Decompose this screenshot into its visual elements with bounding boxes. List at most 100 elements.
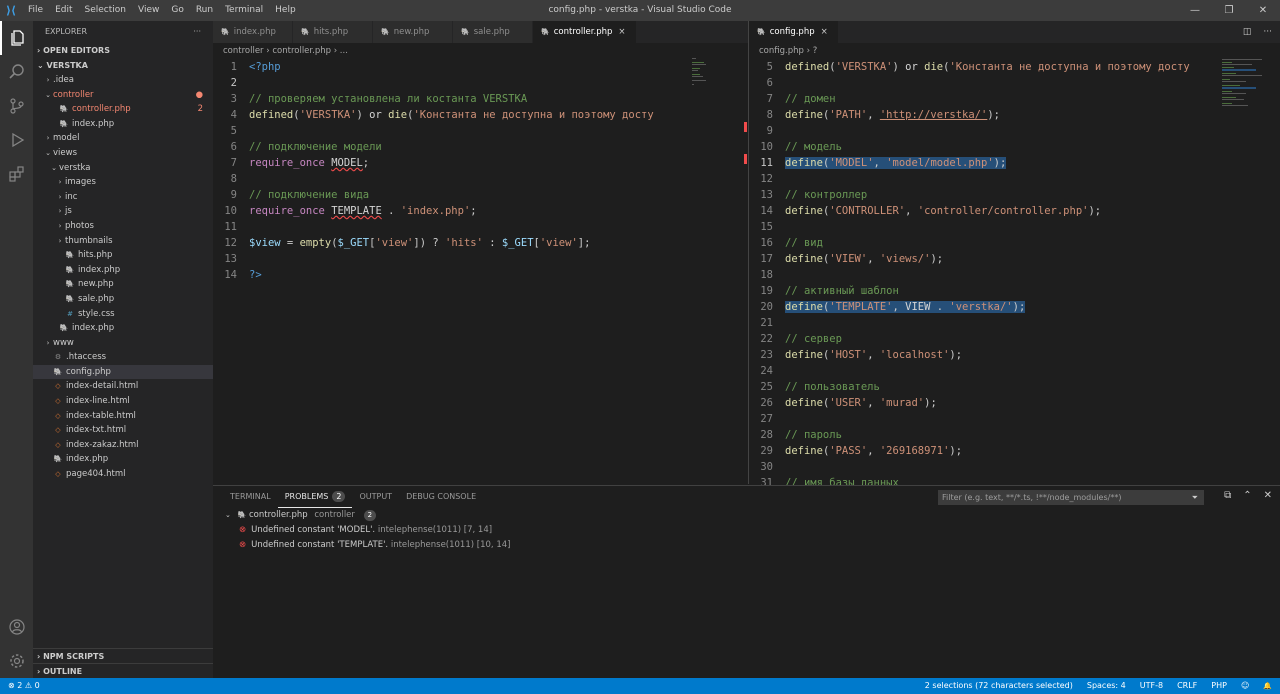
tree-item[interactable]: 🐘 config.php [33,364,213,380]
more-actions-icon[interactable]: ··· [193,21,201,43]
code-line[interactable]: 3 // проверяем установлена ли костанта VE… [213,91,748,107]
code-line[interactable]: 27 [749,411,1280,427]
panel-tab-problems[interactable]: PROBLEMS 2 [277,486,353,508]
problem-item[interactable]: ⊗ Undefined constant 'MODEL'. intelephens… [213,523,1280,538]
tab-close-icon[interactable]: × [821,27,828,37]
minimize-icon[interactable]: — [1178,0,1212,21]
tree-item[interactable]: 🐘 sale.php [33,292,213,307]
tab-hits-php[interactable]: 🐘 hits.php [293,21,373,43]
panel-tab-terminal[interactable]: TERMINAL [223,486,278,508]
code-line[interactable]: 5 defined('VERSTKA') or die('Константа не… [749,59,1280,75]
code-line[interactable]: 7 // домен [749,91,1280,107]
feedback-icon[interactable]: ☺ [1241,678,1249,694]
code-editor-right[interactable]: 5 defined('VERSTKA') or die('Константа не… [749,59,1280,491]
encoding-status[interactable]: UTF-8 [1140,678,1163,694]
tab-sale-php[interactable]: 🐘 sale.php [453,21,533,43]
problems-status[interactable]: ⊗ 2 ⚠ 0 [8,681,40,690]
tree-item[interactable]: ◇ index-line.html [33,394,213,409]
code-line[interactable]: 30 [749,459,1280,475]
code-line[interactable]: 19 // активный шаблон [749,283,1280,299]
menu-item-help[interactable]: Help [269,0,302,21]
code-line[interactable]: 6 [749,75,1280,91]
minimap[interactable] [692,57,706,257]
search-icon[interactable] [0,55,33,89]
code-line[interactable]: 16 // вид [749,235,1280,251]
menu-item-file[interactable]: File [22,0,49,21]
close-panel-icon[interactable]: ✕ [1264,490,1272,501]
code-line[interactable]: 8 define('PATH', 'http://verstka/'); [749,107,1280,123]
code-line[interactable]: 8 [213,171,748,187]
tree-item[interactable]: # style.css [33,307,213,322]
outline-section[interactable]: › OUTLINE [33,663,213,678]
more-actions-icon[interactable]: ··· [1263,27,1272,37]
panel-tab-output[interactable]: OUTPUT [352,486,399,508]
breadcrumb[interactable]: controller › controller.php › ... [213,43,748,59]
eol-status[interactable]: CRLF [1177,678,1197,694]
code-line[interactable]: 14 define('CONTROLLER', 'controller/contr… [749,203,1280,219]
indentation-status[interactable]: Spaces: 4 [1087,678,1126,694]
code-line[interactable]: 17 define('VIEW', 'views/'); [749,251,1280,267]
code-line[interactable]: 18 [749,267,1280,283]
tree-item[interactable]: › model [33,131,213,146]
tree-item[interactable]: ⌄ views [33,146,213,161]
filter-icon[interactable]: ⏷ [1192,490,1198,505]
open-editors-section[interactable]: › OPEN EDITORS [33,43,213,58]
tab-index-php[interactable]: 🐘 index.php [213,21,293,43]
code-line[interactable]: 28 // пароль [749,427,1280,443]
code-line[interactable]: 12 $view = empty($_GET['view']) ? 'hits' … [213,235,748,251]
minimap[interactable] [1222,57,1266,137]
problems-filter-input[interactable]: Filter (e.g. text, **/*.ts, !**/node_mod… [938,490,1204,505]
problem-file-row[interactable]: ⌄ 🐘 controller.php controller 2 [213,508,1280,523]
tab-new-php[interactable]: 🐘 new.php [373,21,453,43]
tree-item[interactable]: ◇ index-txt.html [33,423,213,438]
selection-status[interactable]: 2 selections (72 characters selected) [925,678,1073,694]
tree-item[interactable]: ◇ index-detail.html [33,379,213,394]
language-mode-status[interactable]: PHP [1211,678,1227,694]
code-line[interactable]: 13 [213,251,748,267]
tree-item[interactable]: 🐘 index.php [33,321,213,336]
tree-item[interactable]: 🐘 index.php [33,263,213,278]
tree-item[interactable]: ◇ index-zakaz.html [33,438,213,453]
code-line[interactable]: 20 define('TEMPLATE', VIEW . 'verstka/'); [749,299,1280,315]
tree-item[interactable]: › images [33,175,213,190]
tab-config-php[interactable]: 🐘 config.php × [749,21,839,43]
code-line[interactable]: 9 // подключение вида [213,187,748,203]
tree-item[interactable]: ◇ page404.html [33,467,213,482]
project-section[interactable]: ⌄ VERSTKA [33,58,213,73]
code-line[interactable]: 9 [749,123,1280,139]
menu-item-run[interactable]: Run [190,0,219,21]
tree-item[interactable]: ⌄ controller ● [33,88,213,103]
code-line[interactable]: 1 <?php [213,59,748,75]
code-line[interactable]: 22 // сервер [749,331,1280,347]
code-line[interactable]: 13 // контроллер [749,187,1280,203]
tree-item[interactable]: ◇ index-table.html [33,409,213,424]
code-line[interactable]: 10 // модель [749,139,1280,155]
menu-item-go[interactable]: Go [165,0,189,21]
code-line[interactable]: 7 require_once MODEL; [213,155,748,171]
code-line[interactable]: 6 // подключение модели [213,139,748,155]
code-line[interactable]: 21 [749,315,1280,331]
code-line[interactable]: 14 ?> [213,267,748,283]
maximize-panel-icon[interactable]: ⌃ [1243,490,1251,501]
code-line[interactable]: 25 // пользователь [749,379,1280,395]
code-line[interactable]: 11 define('MODEL', 'model/model.php'); [749,155,1280,171]
settings-gear-icon[interactable] [0,644,33,678]
code-line[interactable]: 2 [213,75,748,91]
tree-item[interactable]: › .idea [33,73,213,88]
tree-item[interactable]: › inc [33,190,213,205]
notifications-bell-icon[interactable]: 🔔 [1263,678,1272,694]
maximize-icon[interactable]: ❐ [1212,0,1246,21]
code-line[interactable]: 5 [213,123,748,139]
code-line[interactable]: 12 [749,171,1280,187]
close-icon[interactable]: ✕ [1246,0,1280,21]
code-line[interactable]: 15 [749,219,1280,235]
menu-item-terminal[interactable]: Terminal [219,0,269,21]
npm-scripts-section[interactable]: › NPM SCRIPTS [33,648,213,663]
tree-item[interactable]: › thumbnails [33,234,213,249]
tree-item[interactable]: 🐘 index.php [33,452,213,467]
code-line[interactable]: 26 define('USER', 'murad'); [749,395,1280,411]
split-editor-icon[interactable]: ◫ [1243,27,1252,37]
explorer-icon[interactable] [0,21,33,55]
tree-item[interactable]: › photos [33,219,213,234]
tab-controller-php[interactable]: 🐘 controller.php × [533,21,637,43]
